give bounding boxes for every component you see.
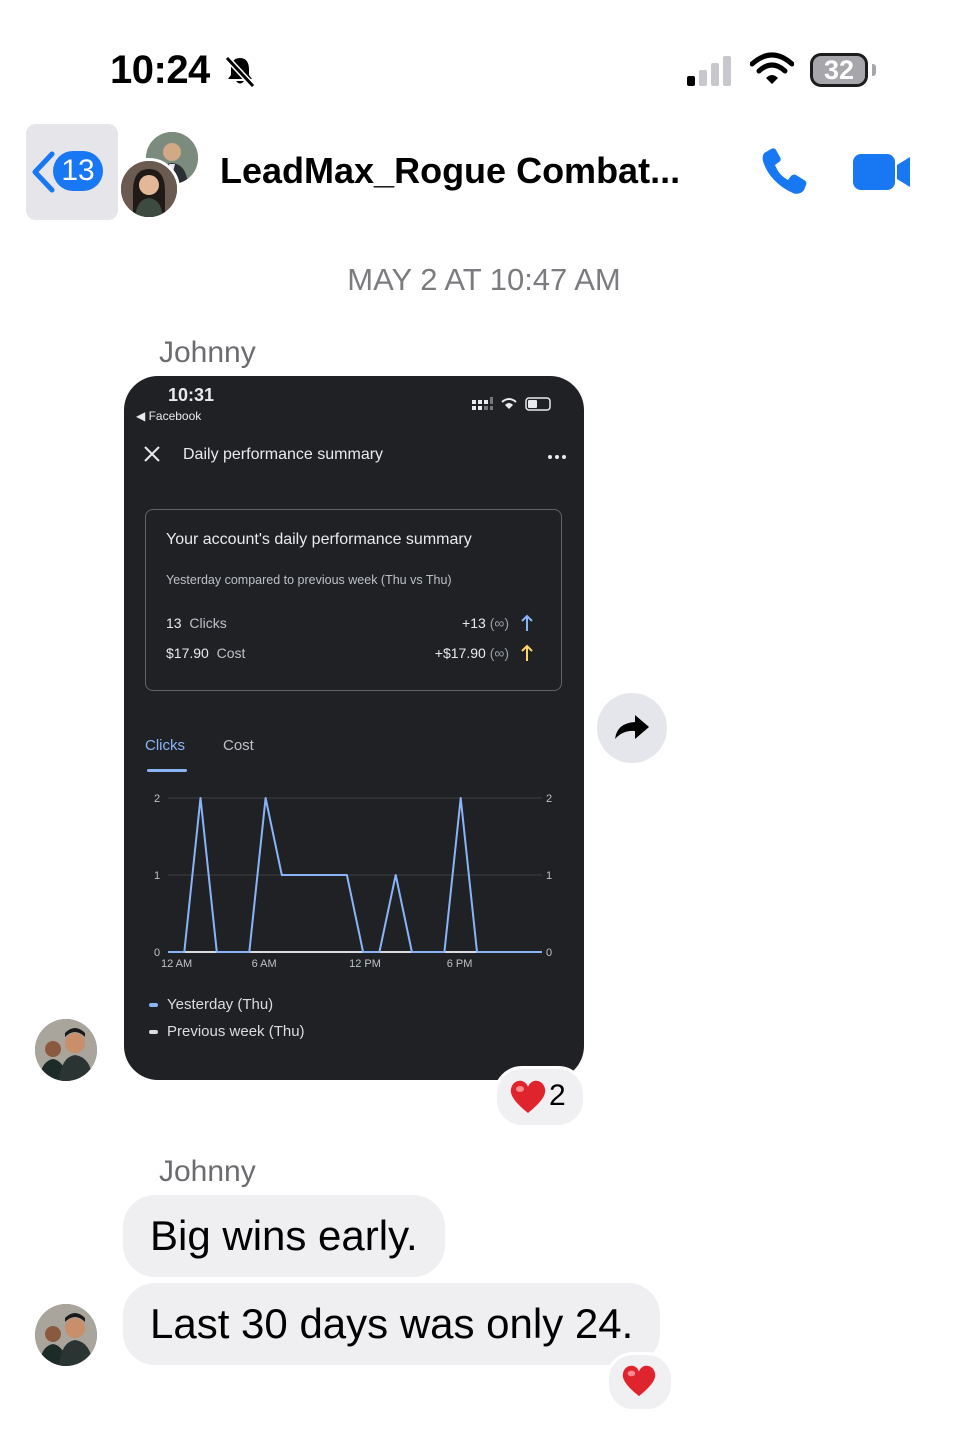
card-title: Your account's daily performance summary xyxy=(166,531,472,548)
group-avatar-primary[interactable] xyxy=(118,158,180,220)
tab-clicks: Clicks xyxy=(145,737,185,754)
metric-change-note: (∞) xyxy=(489,615,509,631)
more-dots-icon xyxy=(548,455,566,459)
reaction-summary[interactable]: 2 xyxy=(494,1066,586,1128)
back-button[interactable]: 13 xyxy=(26,124,118,220)
y-tick-label-right: 0 xyxy=(546,947,552,959)
metric-change-cost: +$17.90 (∞) xyxy=(435,645,509,661)
bell-slash-icon xyxy=(224,55,256,89)
x-tick-label: 6 AM xyxy=(252,958,277,970)
reaction-summary[interactable] xyxy=(606,1352,674,1412)
active-tab-indicator xyxy=(147,769,187,772)
person-icon xyxy=(35,1304,97,1366)
shared-screenshot-image[interactable]: 10:31 ◀ Facebook Daily performance summa… xyxy=(124,376,584,1080)
wifi-icon xyxy=(750,52,794,84)
johnny-avatar[interactable] xyxy=(35,1304,97,1366)
tab-cost: Cost xyxy=(223,737,254,754)
performance-summary-card: Your account's daily performance summary… xyxy=(145,509,562,691)
x-tick-label: 12 PM xyxy=(349,958,381,970)
cellular-signal-icon xyxy=(687,56,731,86)
battery-icon: 32 xyxy=(810,53,868,87)
legend-swatch-yesterday xyxy=(149,1003,158,1007)
metric-change-clicks: +13 (∞) xyxy=(462,615,509,631)
y-tick-label-right: 1 xyxy=(546,870,552,882)
metric-change: +$17.90 xyxy=(434,645,486,661)
metric-label: Cost xyxy=(216,645,246,661)
heart-icon xyxy=(510,1080,546,1113)
metric-row-clicks: 13 Clicks xyxy=(166,615,227,631)
y-tick-label-left: 1 xyxy=(154,870,160,882)
y-tick-label-left: 2 xyxy=(154,793,160,805)
screenshot-page-title: Daily performance summary xyxy=(183,446,384,463)
reaction-count: 2 xyxy=(549,1079,566,1112)
heart-icon xyxy=(622,1365,656,1397)
screenshot-back-link: ◀ Facebook xyxy=(136,409,202,423)
y-tick-label-right: 2 xyxy=(546,793,552,805)
screenshot-time: 10:31 xyxy=(168,385,215,405)
metric-label: Clicks xyxy=(189,615,227,631)
battery-nub xyxy=(872,64,876,76)
legend-previous: Previous week (Thu) xyxy=(167,1023,305,1040)
screenshot-status-icons xyxy=(472,397,551,411)
phone-icon[interactable] xyxy=(760,148,810,196)
sender-name: Johnny xyxy=(159,336,256,369)
person-icon xyxy=(121,161,177,217)
message-bubble[interactable]: Last 30 days was only 24. xyxy=(123,1283,661,1365)
legend-swatch-previous xyxy=(149,1030,158,1034)
x-tick-label: 12 AM xyxy=(161,958,192,970)
sender-name: Johnny xyxy=(159,1155,256,1188)
message-bubble[interactable]: Big wins early. xyxy=(123,1195,445,1277)
metric-change: +13 xyxy=(462,615,486,631)
battery-level: 32 xyxy=(823,55,855,85)
status-time: 10:24 xyxy=(110,48,210,92)
person-icon xyxy=(35,1019,97,1081)
metric-value: $17.90 xyxy=(166,645,209,661)
close-icon xyxy=(144,446,160,462)
arrow-up-icon xyxy=(521,644,533,661)
share-arrow-icon xyxy=(615,715,649,739)
card-subtitle: Yesterday compared to previous week (Thu… xyxy=(166,573,452,587)
unread-count-badge: 13 xyxy=(53,151,103,191)
x-tick-label: 6 PM xyxy=(447,958,473,970)
forward-button[interactable] xyxy=(597,693,667,763)
video-camera-icon[interactable] xyxy=(852,150,912,194)
clicks-line-chart: 0 0 1 1 2 2 12 AM 6 AM 12 PM 6 PM xyxy=(154,793,552,970)
y-tick-label-left: 0 xyxy=(154,947,160,959)
date-stamp: MAY 2 AT 10:47 AM xyxy=(347,262,621,297)
arrow-up-icon xyxy=(521,614,533,631)
metric-change-note: (∞) xyxy=(489,645,509,661)
johnny-avatar[interactable] xyxy=(35,1019,97,1081)
metric-value: 13 xyxy=(166,615,182,631)
thread-title[interactable]: LeadMax_Rogue Combat... xyxy=(220,150,680,192)
metric-row-cost: $17.90 Cost xyxy=(166,645,245,661)
legend-yesterday: Yesterday (Thu) xyxy=(167,996,274,1013)
